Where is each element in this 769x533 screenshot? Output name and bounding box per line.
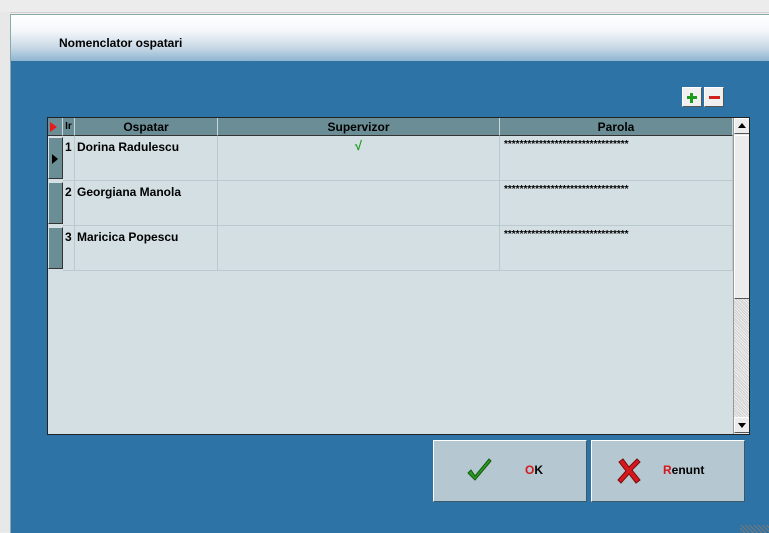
cell-parola[interactable]: ******************************** <box>500 181 733 226</box>
row-indicator-3[interactable] <box>48 227 63 269</box>
x-icon <box>617 458 641 484</box>
cell-supervizor-checkmark-icon[interactable]: √ <box>218 136 500 181</box>
grid-corner-header <box>48 118 63 136</box>
arrow-down-icon <box>738 423 746 428</box>
delete-record-button[interactable] <box>704 87 724 107</box>
scroll-down-button[interactable] <box>734 417 749 433</box>
cell-parola[interactable]: ******************************** <box>500 226 733 271</box>
cell-ospatar[interactable]: Maricica Popescu <box>75 226 218 271</box>
current-record-red-arrow-icon <box>50 122 57 132</box>
cell-index[interactable]: 2 <box>63 181 75 226</box>
scroll-track[interactable] <box>734 299 749 417</box>
scroll-thumb[interactable] <box>734 135 749 299</box>
row-indicator-2[interactable] <box>48 182 63 224</box>
cell-index[interactable]: 1 <box>63 136 75 181</box>
waiters-grid[interactable]: Ir Ospatar Supervizor Parola 1 Dorina Ra… <box>47 117 750 435</box>
column-header-index[interactable]: Ir <box>63 118 75 136</box>
left-frame <box>0 12 10 532</box>
cell-supervizor[interactable] <box>218 181 500 226</box>
arrow-up-icon <box>738 123 746 128</box>
row-indicator-1[interactable] <box>48 137 63 179</box>
cell-ospatar[interactable]: Georgiana Manola <box>75 181 218 226</box>
cell-supervizor[interactable] <box>218 226 500 271</box>
cancel-button[interactable]: Renunt <box>591 440 745 502</box>
dialog-window: Nomenclator ospatari Ir Ospatar Superviz… <box>10 14 769 533</box>
scroll-up-button[interactable] <box>734 118 749 134</box>
add-record-button[interactable] <box>682 87 702 107</box>
ok-button-label: OK <box>525 463 544 477</box>
vertical-scrollbar[interactable] <box>733 118 749 434</box>
column-header-parola[interactable]: Parola <box>500 118 733 136</box>
checkmark-icon <box>467 458 492 481</box>
dialog-title: Nomenclator ospatari <box>59 36 183 50</box>
cell-index[interactable]: 3 <box>63 226 75 271</box>
ok-button[interactable]: OK <box>433 440 587 502</box>
row-pointer-icon <box>52 154 58 164</box>
dialog-header: Nomenclator ospatari <box>11 15 769 61</box>
column-header-ospatar[interactable]: Ospatar <box>75 118 218 136</box>
cancel-button-label: Renunt <box>663 463 705 477</box>
cell-parola[interactable]: ******************************** <box>500 136 733 181</box>
cell-ospatar[interactable]: Dorina Radulescu <box>75 136 218 181</box>
column-header-supervizor[interactable]: Supervizor <box>218 118 500 136</box>
top-border <box>0 0 769 13</box>
